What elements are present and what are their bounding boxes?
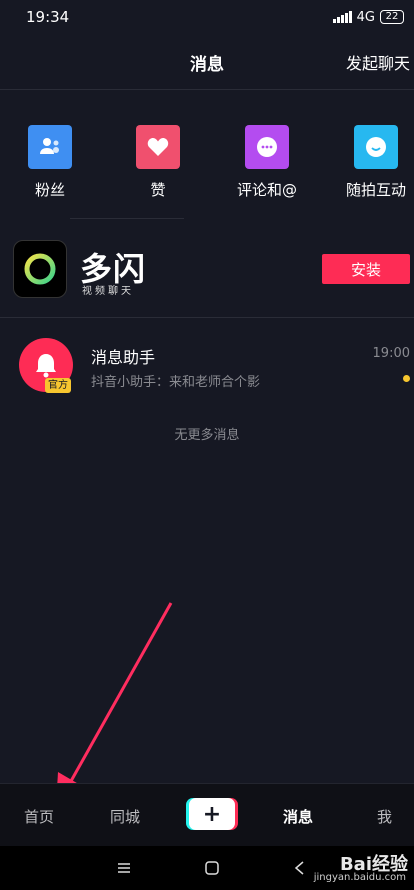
status-bar: 19:34 4G 22 — [0, 0, 414, 34]
quick-item-likes[interactable]: 赞 — [103, 125, 213, 200]
header-divider — [0, 89, 414, 90]
quick-label-fans: 粉丝 — [34, 181, 65, 199]
watermark-url: jingyan.baidu.com — [313, 872, 406, 883]
install-button[interactable]: 安装 — [322, 254, 410, 284]
quick-item-comments[interactable]: 评论和@ — [212, 125, 322, 200]
heart-icon — [136, 125, 180, 169]
home-icon[interactable] — [204, 860, 220, 876]
battery-icon: 22 — [380, 10, 404, 24]
header: 消息 发起聊天 — [0, 40, 414, 84]
quick-label-interact: 随拍互动 — [345, 181, 406, 199]
ad-banner[interactable]: 多闪 视频聊天 安装 — [0, 240, 414, 300]
quick-actions: 粉丝 赞 评论和@ 随拍互动 — [0, 125, 414, 205]
comment-icon — [245, 125, 289, 169]
section-divider — [70, 218, 184, 219]
duoshan-logo-icon — [13, 240, 67, 298]
signal-icon — [332, 11, 352, 23]
message-time: 19:00 — [372, 346, 410, 361]
ad-app-subtitle: 视频聊天 — [82, 286, 134, 297]
tab-home[interactable]: 首页 — [24, 806, 54, 827]
menu-icon[interactable] — [116, 860, 132, 876]
unread-dot — [403, 375, 410, 382]
quick-item-fans[interactable]: 粉丝 — [0, 125, 105, 200]
status-time: 19:34 — [26, 8, 70, 26]
network-type: 4G — [356, 9, 375, 25]
official-badge: 官方 — [45, 378, 71, 393]
message-preview: 抖音小助手：来和老师合个影 — [91, 375, 261, 390]
create-button[interactable]: + — [189, 798, 235, 830]
tab-city[interactable]: 同城 — [110, 806, 140, 827]
bottom-tabbar: 首页 同城 + 消息 我 — [0, 783, 414, 846]
tab-me[interactable]: 我 — [377, 806, 392, 827]
back-icon[interactable] — [292, 860, 308, 876]
tab-messages[interactable]: 消息 — [283, 806, 313, 827]
message-sender: 消息助手 — [91, 348, 156, 367]
start-chat-button[interactable]: 发起聊天 — [346, 50, 410, 74]
fans-icon — [28, 125, 72, 169]
quick-label-likes: 赞 — [150, 181, 166, 199]
page-title: 消息 — [190, 54, 224, 75]
section-divider — [0, 317, 414, 318]
interact-icon — [354, 125, 398, 169]
quick-item-interact[interactable]: 随拍互动 — [321, 125, 414, 200]
status-indicators: 4G 22 — [332, 9, 404, 25]
message-item[interactable]: 官方 消息助手 抖音小助手：来和老师合个影 19:00 — [0, 338, 414, 398]
no-more-messages: 无更多消息 — [174, 428, 240, 443]
quick-label-comments: 评论和@ — [236, 181, 297, 199]
